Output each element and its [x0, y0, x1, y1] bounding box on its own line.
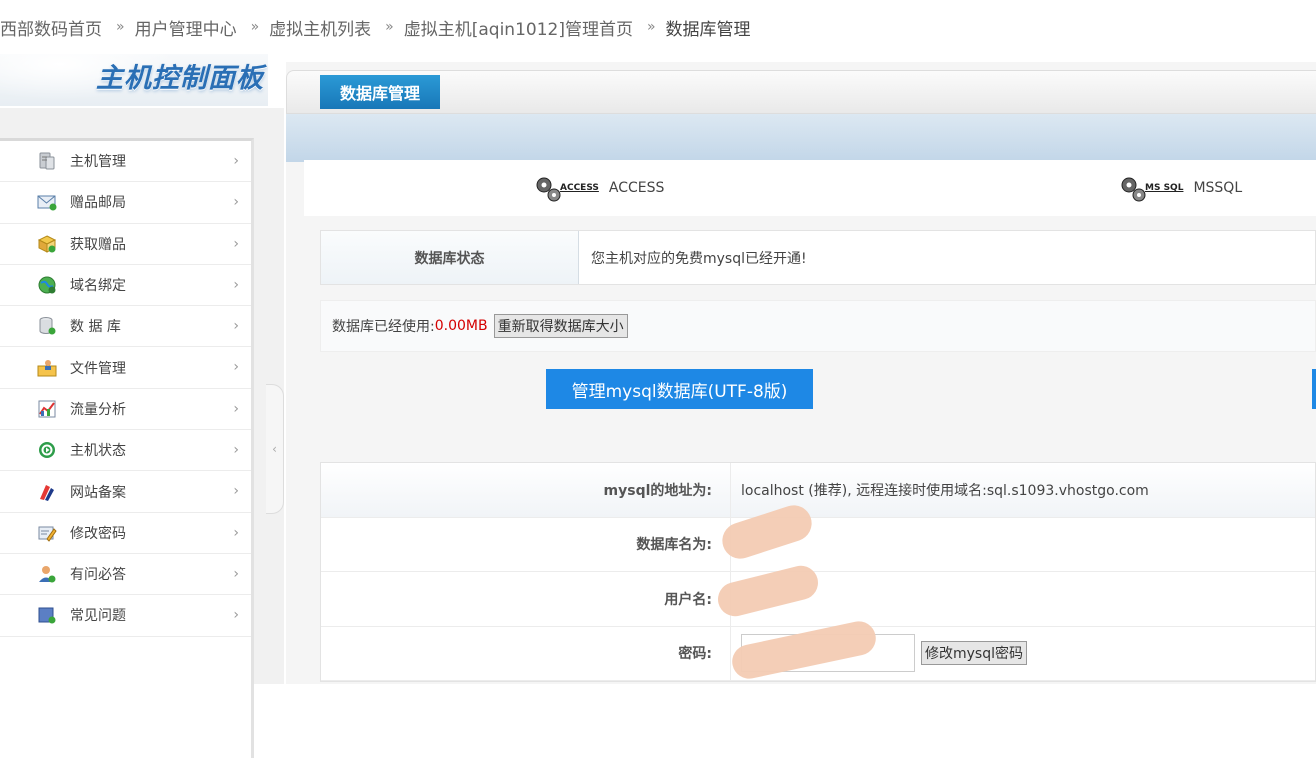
table-row: mysql的地址为: localhost (推荐), 远程连接时使用域名:sql…	[321, 463, 1315, 518]
sidebar-item-label: 网站备案	[70, 484, 126, 501]
breadcrumb-vhost-list[interactable]: 虚拟主机列表	[269, 15, 371, 40]
sidebar-item-common-questions[interactable]: 常见问题 ›	[0, 595, 251, 637]
username-label: 用户名:	[321, 572, 731, 626]
dbname-value	[717, 500, 1315, 572]
sidebar-item-domain-binding[interactable]: 域名绑定 ›	[0, 265, 251, 307]
chevron-right-icon: ›	[233, 565, 239, 582]
breadcrumb-vhost-home[interactable]: 虚拟主机[aqin1012]管理首页	[404, 15, 633, 40]
brand-title: 主机控制面板	[96, 63, 264, 94]
sidebar-menu: 主机管理 › 赠品邮局 › 获取赠品 › 域名绑定 › 数 据 库 › 文件管理…	[0, 138, 254, 758]
sidebar-item-host-management[interactable]: 主机管理 ›	[0, 141, 251, 183]
sidebar-item-get-gift[interactable]: 获取赠品 ›	[0, 224, 251, 265]
mysql-info-table: mysql的地址为: localhost (推荐), 远程连接时使用域名:sql…	[320, 462, 1316, 682]
sidebar-item-label: 域名绑定	[70, 278, 126, 295]
edit-password-icon	[36, 522, 58, 544]
chevron-right-icon: ›	[233, 483, 239, 500]
sidebar-item-database[interactable]: 数 据 库 ›	[0, 306, 251, 348]
sidebar-item-change-password[interactable]: 修改密码 ›	[0, 513, 251, 554]
chevron-right-icon: ›	[233, 524, 239, 541]
change-mysql-password-button[interactable]: 修改mysql密码	[921, 641, 1027, 666]
db-badge-text: MS SQL	[1145, 183, 1184, 193]
sidebar-collapse-handle[interactable]: ‹	[266, 384, 284, 514]
faq-icon	[36, 604, 58, 626]
sidebar-item-traffic-analysis[interactable]: 流量分析 ›	[0, 389, 251, 431]
usage-value: 0.00MB	[434, 318, 488, 334]
sidebar-item-label: 修改密码	[70, 525, 126, 542]
db-type-access[interactable]: ACCESS ACCESS	[534, 160, 664, 216]
chevron-right-icon: ›	[233, 194, 239, 211]
db-type-label: ACCESS	[608, 180, 665, 196]
panel-header: 数据库管理	[286, 70, 1316, 114]
breadcrumb-current: 数据库管理	[665, 19, 751, 40]
database-status-label: 数据库状态	[321, 231, 579, 284]
mysql-address-label: mysql的地址为:	[321, 463, 731, 517]
chevron-right-icon: ›	[233, 235, 239, 252]
power-status-icon	[36, 439, 58, 461]
chevron-right-icon: ›	[233, 442, 239, 459]
password-value: 修改mysql密码	[729, 617, 1315, 682]
sidebar-item-faq-support[interactable]: 有问必答 ›	[0, 554, 251, 596]
breadcrumb-separator: »	[385, 19, 394, 35]
db-type-label: MSSQL	[1193, 180, 1243, 196]
server-icon	[36, 150, 58, 172]
sidebar-item-gift-mail[interactable]: 赠品邮局 ›	[0, 182, 251, 224]
panel-band	[286, 114, 1316, 162]
sidebar-item-file-management[interactable]: 文件管理 ›	[0, 347, 251, 389]
breadcrumb-separator: »	[116, 19, 125, 35]
db-type-mssql[interactable]: MS SQL MSSQL	[1119, 160, 1242, 216]
breadcrumb: 西部数码首页 » 用户管理中心 » 虚拟主机列表 » 虚拟主机[aqin1012…	[0, 0, 1316, 54]
breadcrumb-user-center[interactable]: 用户管理中心	[135, 15, 237, 40]
chevron-right-icon: ›	[233, 607, 239, 624]
folder-user-icon	[36, 357, 58, 379]
table-row: 用户名:	[321, 562, 1315, 627]
main-panel: 数据库管理 ACCESS ACCESS MS SQL MSSQL 数据库状态 您…	[286, 62, 1316, 684]
mysql-address-value: localhost (推荐), 远程连接时使用域名:sql.s1093.vhos…	[731, 463, 1315, 517]
sidebar-item-label: 数 据 库	[70, 319, 121, 336]
gears-icon: ACCESS	[534, 173, 599, 203]
table-row: 数据库名为:	[321, 500, 1315, 572]
sidebar-item-label: 主机管理	[70, 154, 126, 171]
table-row: 密码: 修改mysql密码	[321, 617, 1315, 682]
breadcrumb-separator: »	[250, 19, 260, 35]
username-value	[714, 562, 1315, 626]
brand-banner: 主机控制面板	[0, 54, 268, 106]
chevron-right-icon: ›	[233, 400, 239, 417]
sidebar-item-label: 常见问题	[70, 608, 126, 625]
gears-icon: MS SQL	[1119, 173, 1183, 203]
tab-database-management[interactable]: 数据库管理	[320, 75, 441, 109]
sidebar-item-label: 赠品邮局	[70, 195, 126, 212]
sidebar-item-website-record[interactable]: 网站备案 ›	[0, 471, 251, 513]
record-icon	[36, 481, 58, 503]
chevron-right-icon: ›	[233, 318, 239, 335]
sidebar-item-host-status[interactable]: 主机状态 ›	[0, 430, 251, 472]
support-user-icon	[36, 563, 58, 585]
sidebar-item-label: 主机状态	[70, 443, 126, 460]
sidebar-item-label: 流量分析	[70, 401, 126, 418]
sidebar-item-label: 有问必答	[70, 567, 126, 584]
sidebar-item-label: 获取赠品	[70, 236, 126, 253]
chart-icon	[36, 398, 58, 420]
chevron-right-icon: ›	[233, 153, 239, 169]
database-usage-row: 数据库已经使用: 0.00MB 重新取得数据库大小	[320, 300, 1316, 352]
usage-prefix: 数据库已经使用:	[332, 319, 435, 335]
database-type-bar: ACCESS ACCESS MS SQL MSSQL	[304, 160, 1316, 216]
password-label: 密码:	[321, 626, 731, 680]
database-icon	[36, 315, 58, 337]
breadcrumb-home[interactable]: 西部数码首页	[0, 15, 102, 40]
breadcrumb-separator: »	[646, 19, 656, 35]
secondary-button-edge[interactable]	[1312, 369, 1316, 409]
sidebar-area: 主机管理 › 赠品邮局 › 获取赠品 › 域名绑定 › 数 据 库 › 文件管理…	[0, 108, 284, 758]
manage-mysql-button[interactable]: 管理mysql数据库(UTF-8版)	[546, 369, 813, 409]
db-badge-text: ACCESS	[560, 183, 599, 193]
mail-icon	[36, 191, 58, 213]
gift-box-icon	[36, 233, 58, 255]
chevron-right-icon: ›	[233, 359, 239, 376]
refresh-size-button[interactable]: 重新取得数据库大小	[493, 314, 628, 338]
globe-icon	[36, 274, 58, 296]
dbname-label: 数据库名为:	[321, 517, 731, 571]
chevron-right-icon: ›	[233, 276, 239, 293]
database-status-row: 数据库状态 您主机对应的免费mysql已经开通!	[320, 230, 1316, 285]
database-status-value: 您主机对应的免费mysql已经开通!	[579, 231, 1315, 284]
sidebar-item-label: 文件管理	[70, 360, 126, 377]
